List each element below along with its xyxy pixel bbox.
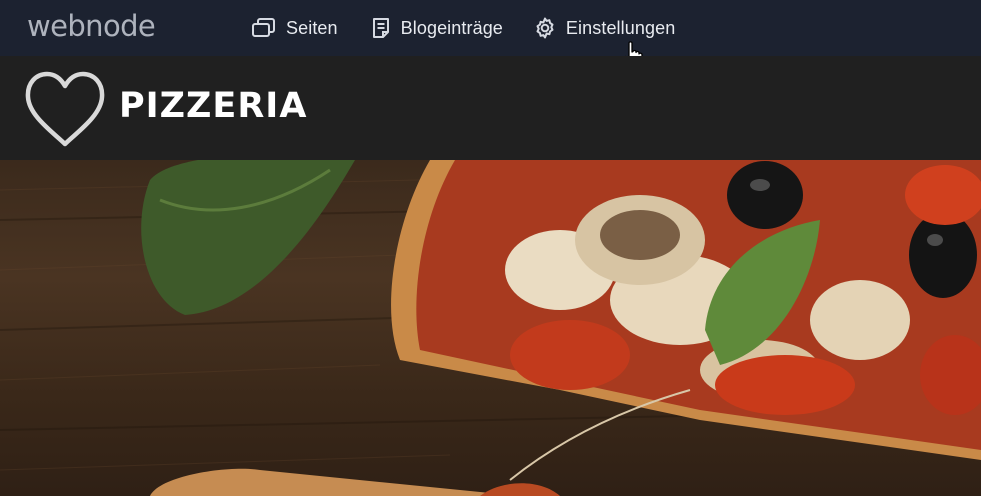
pages-icon xyxy=(252,18,275,37)
pizza-illustration xyxy=(0,160,981,496)
heart-logo-icon[interactable] xyxy=(24,70,106,150)
gear-icon xyxy=(536,17,554,39)
site-title[interactable]: PIZZERIA xyxy=(119,86,307,126)
nav-label-settings: Einstellungen xyxy=(565,17,676,38)
hero-image[interactable] xyxy=(0,160,981,496)
nav-item-settings[interactable]: Einstellungen xyxy=(533,0,675,56)
blog-entries-icon xyxy=(372,18,389,38)
nav-label-blog-entries: Blogeinträge xyxy=(400,17,503,38)
editor-topbar: webnode Seiten Blogeinträge Einstellunge… xyxy=(0,0,981,56)
nav-item-blog-entries[interactable]: Blogeinträge xyxy=(370,0,503,56)
nav-label-pages: Seiten xyxy=(286,17,338,38)
webnode-logo[interactable]: webnode xyxy=(27,9,156,43)
nav-item-pages[interactable]: Seiten xyxy=(251,0,338,56)
site-header: PIZZERIA xyxy=(0,56,981,160)
